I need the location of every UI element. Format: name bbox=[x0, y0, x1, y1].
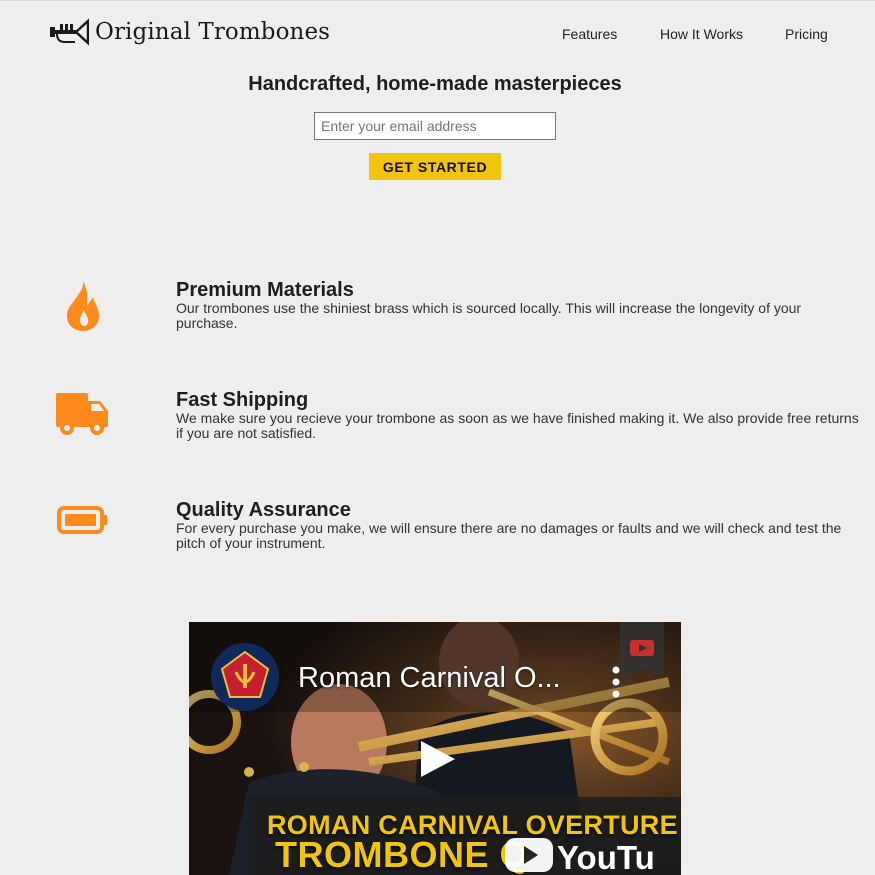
battery-icon bbox=[57, 506, 107, 534]
feature-title: Premium Materials bbox=[176, 279, 354, 301]
truck-icon bbox=[56, 393, 108, 435]
watch-later-icon[interactable] bbox=[620, 622, 664, 678]
hero-title: Handcrafted, home-made masterpieces bbox=[248, 73, 622, 95]
youtube-wordmark: YouTube bbox=[557, 839, 655, 875]
channel-avatar[interactable] bbox=[210, 642, 280, 712]
feature-premium-materials: Premium Materials Our trombones use the … bbox=[0, 279, 875, 359]
video-player[interactable]: Roman Carnival O... ROMAN CARNIVAL OVERT… bbox=[189, 622, 681, 875]
feature-description: For every purchase you make, we will ens… bbox=[176, 520, 842, 551]
video-banner-line2: TROMBONE Q bbox=[275, 834, 528, 875]
youtube-logo[interactable]: YouTube bbox=[505, 834, 655, 875]
feature-quality-assurance: Quality Assurance For every purchase you… bbox=[0, 499, 875, 579]
main-nav: Features How It Works Pricing bbox=[0, 26, 875, 46]
nav-link-how-it-works[interactable]: How It Works bbox=[660, 26, 743, 42]
email-input[interactable] bbox=[314, 112, 556, 140]
play-icon[interactable] bbox=[415, 737, 459, 781]
feature-description: Our trombones use the shiniest brass whi… bbox=[176, 300, 802, 331]
nav-link-features[interactable]: Features bbox=[562, 26, 617, 42]
feature-fast-shipping: Fast Shipping We make sure you recieve y… bbox=[0, 389, 875, 469]
feature-title: Fast Shipping bbox=[176, 389, 309, 411]
feature-title: Quality Assurance bbox=[176, 499, 351, 521]
feature-description: We make sure you recieve your trombone a… bbox=[176, 410, 859, 441]
fire-icon bbox=[67, 281, 99, 331]
get-started-button[interactable]: GET STARTED bbox=[369, 153, 501, 180]
nav-link-pricing[interactable]: Pricing bbox=[785, 26, 828, 42]
video-title[interactable]: Roman Carnival O... bbox=[298, 662, 561, 695]
site-header: Original Trombones Features How It Works… bbox=[0, 0, 875, 68]
